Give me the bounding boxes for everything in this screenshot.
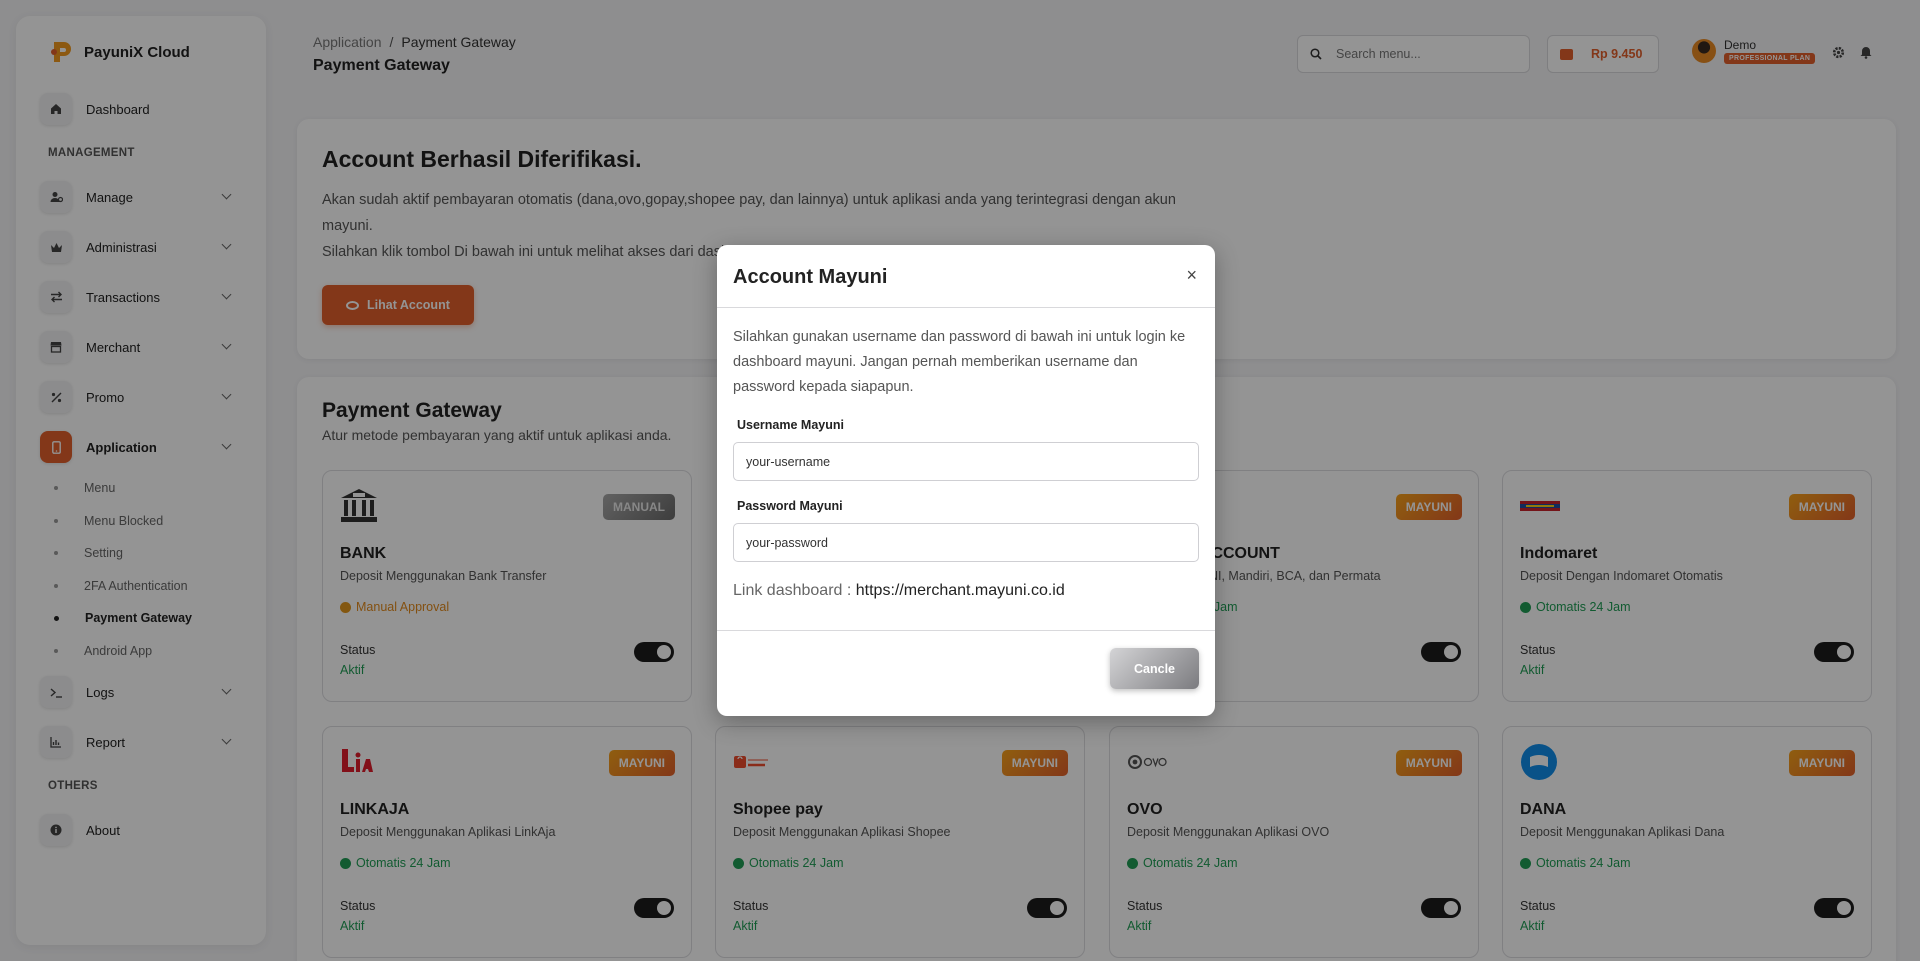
dashboard-link-row: Link dashboard : https://merchant.mayuni… (733, 582, 1199, 600)
modal-body: Silahkan gunakan username dan password d… (717, 308, 1215, 617)
modal-title: Account Mayuni (733, 266, 888, 288)
modal-footer: Cancle (717, 630, 1215, 716)
modal-description: Silahkan gunakan username dan password d… (733, 329, 1186, 395)
account-modal: Account Mayuni × Silahkan gunakan userna… (717, 245, 1215, 716)
password-field[interactable] (733, 523, 1199, 562)
modal-header: Account Mayuni × (717, 245, 1215, 308)
link-label: Link dashboard : (733, 582, 856, 599)
cancel-button[interactable]: Cancle (1110, 648, 1199, 689)
password-label: Password Mayuni (737, 499, 843, 513)
dashboard-link[interactable]: https://merchant.mayuni.co.id (856, 582, 1065, 599)
close-icon[interactable]: × (1186, 265, 1197, 286)
username-field[interactable] (733, 442, 1199, 481)
username-label: Username Mayuni (737, 418, 844, 432)
